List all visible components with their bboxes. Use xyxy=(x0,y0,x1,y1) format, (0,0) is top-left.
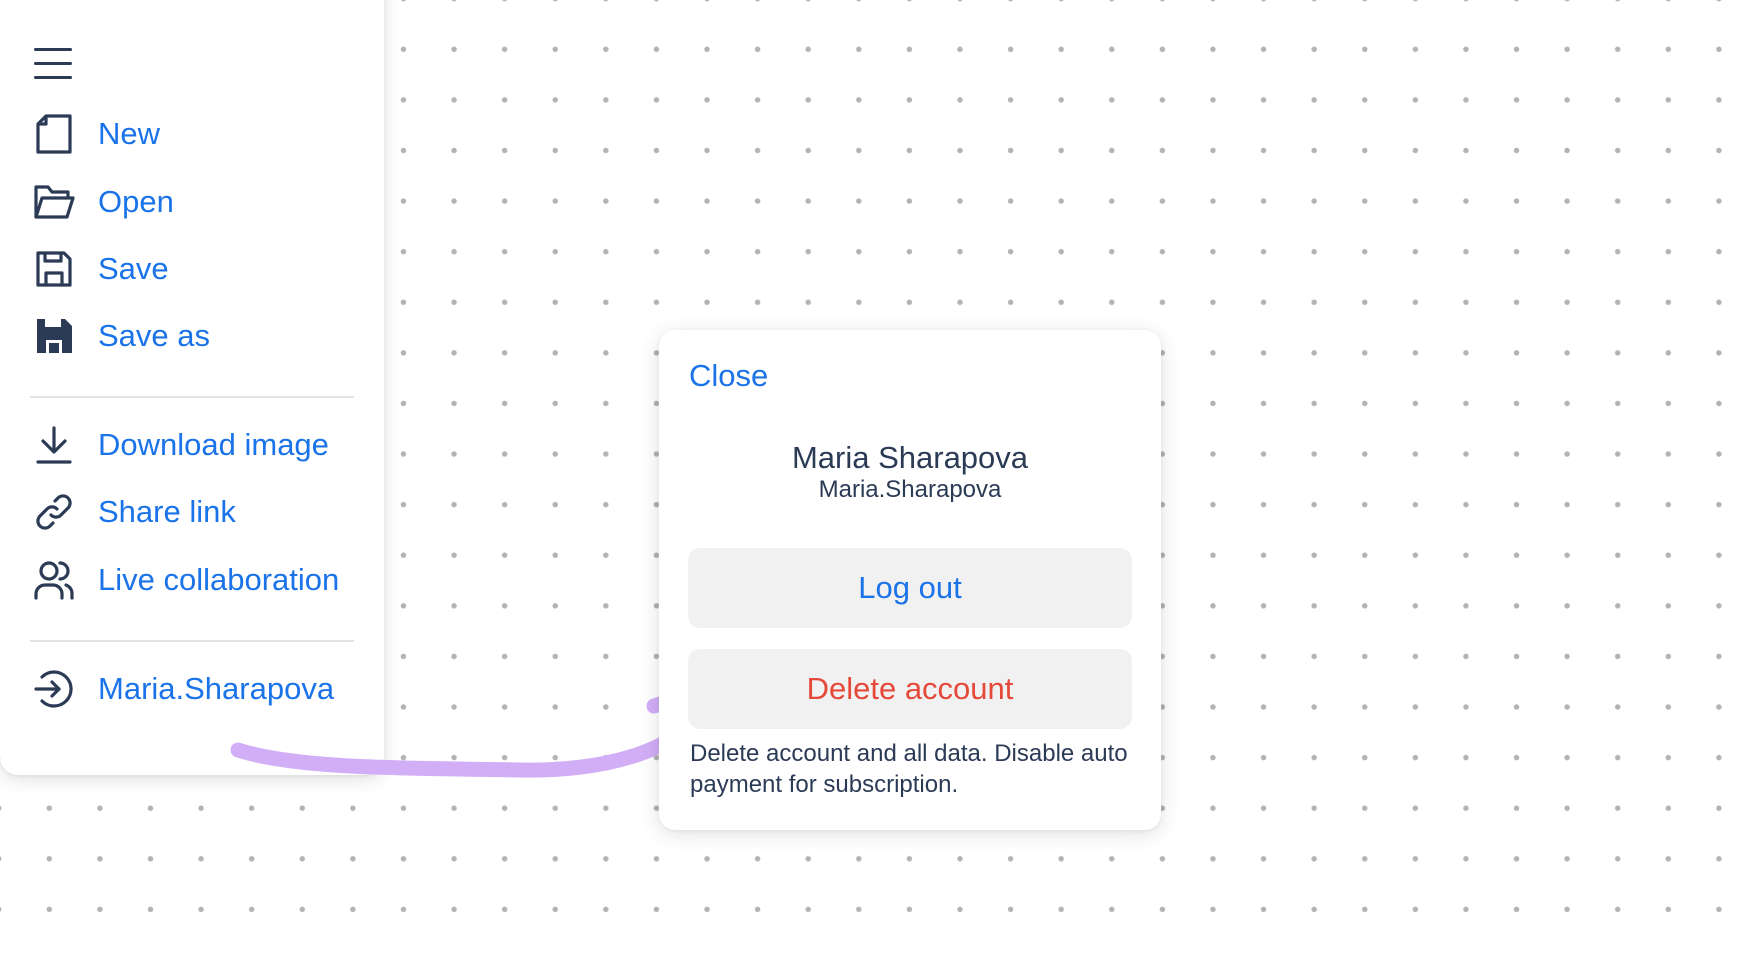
menu-item-save-as[interactable]: Save as xyxy=(30,306,370,366)
menu-item-label: Save as xyxy=(98,318,211,353)
menu-item-new[interactable]: New xyxy=(30,104,370,164)
users-icon xyxy=(30,556,78,604)
folder-open-icon xyxy=(30,178,78,226)
account-dialog: Close Maria Sharapova Maria.Sharapova Lo… xyxy=(659,330,1161,830)
delete-account-button[interactable]: Delete account xyxy=(688,649,1132,729)
sign-in-icon xyxy=(30,665,78,713)
menu-item-account[interactable]: Maria.Sharapova xyxy=(30,659,370,719)
menu-item-download-image[interactable]: Download image xyxy=(30,415,370,475)
menu-item-share-link[interactable]: Share link xyxy=(30,482,370,542)
user-display-name: Maria Sharapova xyxy=(791,440,1029,475)
user-login-name: Maria.Sharapova xyxy=(818,476,1002,503)
menu-item-label: Maria.Sharapova xyxy=(98,671,335,706)
hamburger-menu-icon[interactable] xyxy=(34,48,74,82)
close-button[interactable]: Close xyxy=(689,358,768,394)
menu-item-label: Download image xyxy=(98,427,329,462)
menu-item-label: Share link xyxy=(98,494,236,529)
new-file-icon xyxy=(30,110,78,158)
menu-divider xyxy=(30,640,354,642)
log-out-button[interactable]: Log out xyxy=(688,548,1132,628)
menu-item-label: New xyxy=(98,116,161,151)
menu-item-open[interactable]: Open xyxy=(30,172,370,232)
save-icon xyxy=(30,245,78,293)
menu-divider xyxy=(30,396,354,398)
main-menu-panel: New Open Save Save as Download image Sha… xyxy=(0,0,384,775)
menu-item-label: Save xyxy=(98,251,169,286)
menu-item-save[interactable]: Save xyxy=(30,239,370,299)
menu-item-label: Open xyxy=(98,184,174,219)
menu-item-label: Live collaboration xyxy=(98,562,340,597)
menu-item-live-collaboration[interactable]: Live collaboration xyxy=(30,550,370,610)
delete-account-description: Delete account and all data. Disable aut… xyxy=(690,740,1128,798)
link-icon xyxy=(30,488,78,536)
save-as-icon xyxy=(30,312,78,360)
download-icon xyxy=(30,421,78,469)
